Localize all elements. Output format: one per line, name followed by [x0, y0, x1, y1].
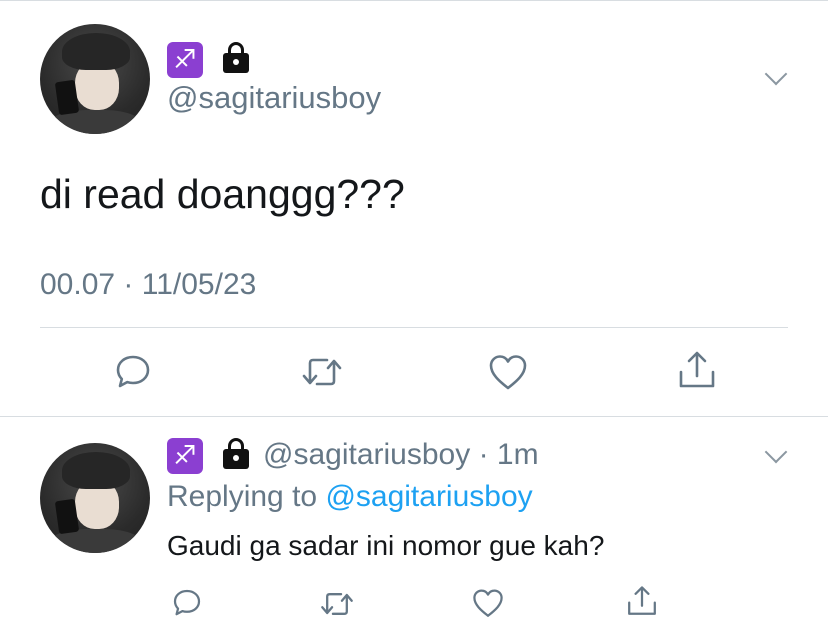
retweet-button[interactable] [319, 589, 355, 619]
avatar[interactable] [40, 443, 150, 553]
sagittarius-emoji-icon: ♐ [167, 438, 203, 474]
lock-icon [221, 42, 251, 74]
top-divider [0, 0, 828, 1]
avatar-cap-shape [62, 32, 131, 71]
share-button[interactable] [625, 585, 659, 617]
avatar[interactable] [40, 24, 150, 134]
retweet-button[interactable] [300, 354, 344, 390]
sagittarius-emoji-icon: ♐ [167, 42, 203, 78]
replying-mention-link[interactable]: @sagitariusboy [325, 480, 532, 513]
replying-to: Replying to @sagitariusboy [167, 480, 533, 514]
chevron-down-icon[interactable] [764, 62, 788, 86]
retweet-icon [302, 358, 342, 386]
meta-separator: · [478, 438, 489, 471]
tweet-date: 11/05/23 [141, 268, 257, 301]
lock-icon [221, 438, 251, 470]
reply-text: Gaudi ga sadar ini nomor gue kah? [167, 530, 605, 561]
tweet-text: di read doanggg??? [40, 171, 405, 217]
chevron-down-icon[interactable] [764, 440, 788, 464]
like-button[interactable] [471, 587, 505, 619]
author-handle[interactable]: @sagitariusboy [167, 80, 381, 116]
share-button[interactable] [676, 350, 718, 390]
avatar-phone-shape [54, 79, 79, 116]
meta-separator: · [123, 268, 134, 301]
timeline-divider [0, 416, 828, 417]
like-button[interactable] [487, 352, 529, 392]
replying-prefix: Replying to [167, 480, 318, 513]
reply-author-handle[interactable]: @sagitariusboy [263, 438, 470, 471]
tweet-time: 00.07 [40, 268, 116, 301]
reply-button[interactable] [113, 352, 153, 392]
heart-icon [473, 589, 503, 617]
tweet-divider [40, 327, 788, 328]
retweet-icon [321, 593, 353, 615]
tweet-timestamp[interactable]: 00.07 · 11/05/23 [40, 268, 256, 302]
avatar-cap-shape [62, 451, 131, 490]
comment-icon [173, 589, 201, 616]
comment-icon [116, 355, 150, 388]
share-icon [679, 351, 715, 388]
avatar-phone-shape [54, 498, 79, 535]
reply-button[interactable] [171, 587, 203, 619]
reply-header: @sagitariusboy · 1m [263, 438, 539, 472]
heart-icon [489, 355, 527, 390]
reply-age: 1m [496, 438, 539, 471]
share-icon [628, 586, 656, 615]
